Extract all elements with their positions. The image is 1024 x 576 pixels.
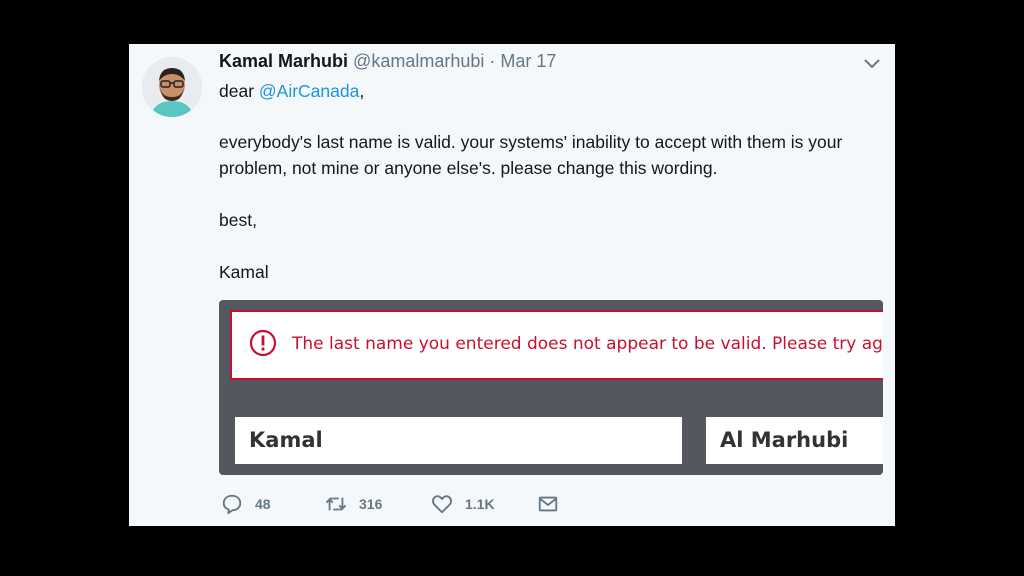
tweet-date[interactable]: Mar 17 [500, 51, 556, 71]
error-banner: The last name you entered does not appea… [230, 310, 883, 380]
message-icon [538, 496, 558, 512]
tweet-card: Kamal Marhubi @kamalmarhubi · Mar 17 dea… [129, 44, 895, 526]
author-name[interactable]: Kamal Marhubi [219, 51, 348, 71]
attached-image[interactable]: The last name you entered does not appea… [219, 300, 883, 475]
heart-icon [432, 495, 452, 514]
last-name-field: Al Marhubi [706, 417, 883, 464]
like-count: 1.1K [465, 496, 495, 512]
tweet-greeting: dear @AirCanada, [219, 78, 889, 104]
tweet-paragraph: everybody's last name is valid. your sys… [219, 132, 843, 178]
greeting-suffix: , [359, 81, 365, 101]
mention-link[interactable]: @AirCanada [259, 81, 359, 101]
tweet-signoff: best, [219, 210, 257, 230]
retweet-button[interactable]: 316 [325, 492, 382, 516]
tweet-actions: 48 316 1.1K [219, 492, 619, 516]
error-message: The last name you entered does not appea… [292, 334, 883, 354]
reply-count: 48 [255, 496, 271, 512]
first-name-field: Kamal [235, 417, 682, 464]
avatar[interactable] [142, 57, 202, 117]
reply-icon [222, 494, 242, 515]
like-button[interactable]: 1.1K [431, 492, 495, 516]
retweet-count: 316 [359, 496, 383, 512]
alert-circle-icon [249, 329, 277, 357]
tweet-header: Kamal Marhubi @kamalmarhubi · Mar 17 [219, 51, 556, 72]
retweet-icon [325, 497, 347, 511]
avatar-image [142, 57, 202, 117]
chevron-down-icon[interactable] [863, 56, 881, 70]
greeting-prefix: dear [219, 81, 259, 101]
tweet-signature: Kamal [219, 262, 269, 282]
separator: · [489, 51, 496, 71]
author-handle[interactable]: @kamalmarhubi [353, 51, 484, 71]
reply-button[interactable]: 48 [221, 492, 271, 516]
direct-message-button[interactable] [537, 492, 559, 516]
